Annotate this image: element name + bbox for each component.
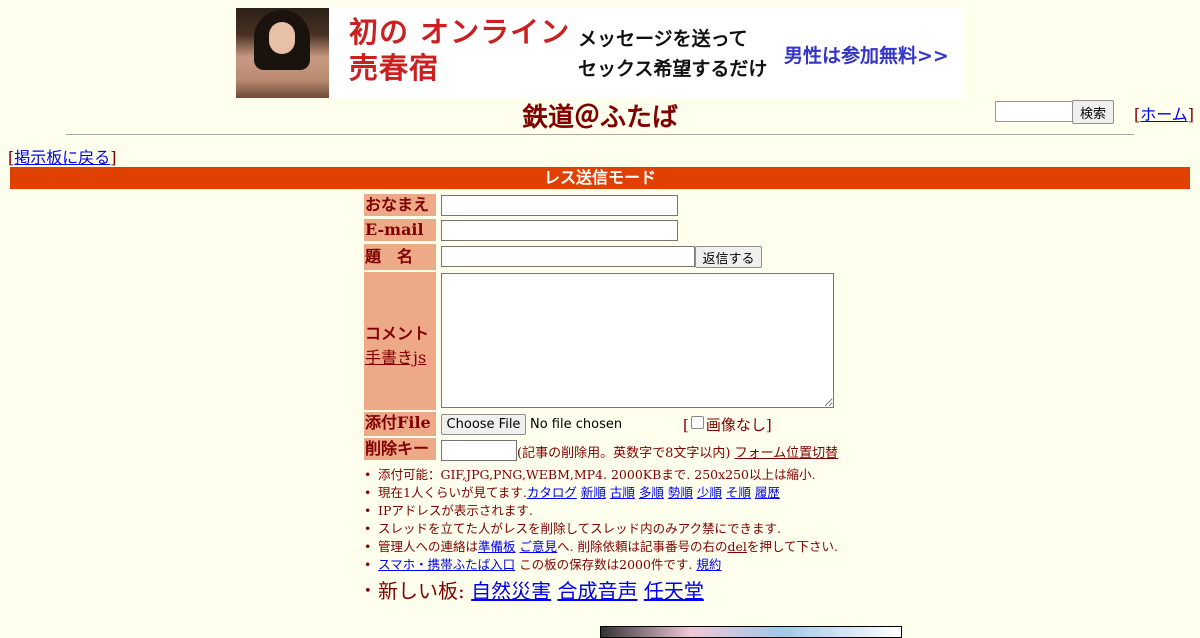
ad-photo [236,8,329,98]
ad-title-line1: 初の オンライン [349,15,571,49]
banner-ad[interactable]: 初の オンライン 売春宿 メッセージを送って セックス希望するだけ 男性は参加無… [236,8,963,98]
ad-photo-face [269,22,295,54]
ad-cta[interactable]: 男性は参加無料>> [784,41,949,68]
ad-title: 初の オンライン 売春宿 [349,14,570,86]
info-list: • 添付可能：GIF,JPG,PNG,WEBM,MP4. 2000KBまで. 25… [364,466,838,574]
email-label: E-mail [364,219,436,241]
list-item: • 管理人への連絡は準備板 ご意見へ. 削除依頼は記事番号の右のdelを押して下さ… [364,539,838,554]
subject-input[interactable] [441,246,695,267]
allowed-files-text: 添付可能：GIF,JPG,PNG,WEBM,MP4. 2000KBまで. 250… [378,467,816,482]
list-item: • スマホ・携帯ふたば入口 この板の保存数は2000件です. 規約 [364,557,722,572]
delete-note-text: (記事の削除用。英数字で8文字以内) [517,446,731,461]
catalog-link[interactable]: カタログ [527,485,577,500]
name-label: おなまえ [364,194,436,216]
comment-textarea[interactable] [441,273,834,408]
thread-owner-text: スレッドを立てた人がレスを削除してスレッド内のみアク禁にできます. [378,521,781,536]
choose-file-button[interactable]: Choose File [441,414,526,435]
name-input[interactable] [441,195,678,216]
file-label: 添付File [364,412,436,436]
del-link[interactable]: del [727,539,746,554]
email-input[interactable] [441,220,678,241]
search-button[interactable]: 検索 [1072,100,1114,124]
new-boards: • 新しい板: 自然災害 合成音声 任天堂 [364,579,704,603]
sort-momentum-link[interactable]: 勢順 [668,485,693,500]
contact-mid: へ. 削除依頼は記事番号の右の [557,539,728,554]
sort-few-link[interactable]: 少順 [697,485,722,500]
delete-key-input[interactable] [441,440,517,461]
comment-label: コメント [365,324,430,343]
no-image-option: [画像なし] [683,416,772,434]
list-item: • 現在1人くらいが見てます.カタログ 新順 古順 多順 勢順 少順 そ順 履歴 [364,485,780,500]
list-item: • 添付可能：GIF,JPG,PNG,WEBM,MP4. 2000KBまで. 25… [364,467,816,482]
feedback-link[interactable]: ご意見 [520,539,558,554]
home-link-wrapper: [ホーム] [1134,105,1195,124]
list-item: • IPアドレスが表示されます. [364,503,533,518]
ad-title-line2: 売春宿 [349,51,440,85]
reply-mode-bar: レス送信モード [10,167,1190,189]
bottom-banner-ad[interactable] [600,626,902,638]
new-board-link-voice[interactable]: 合成音声 [557,579,637,603]
search-input[interactable] [995,101,1074,122]
history-link[interactable]: 履歴 [755,485,780,500]
header-divider [66,134,1134,135]
new-board-link-nintendo[interactable]: 任天堂 [644,579,704,603]
new-board-link-disaster[interactable]: 自然災害 [471,579,551,603]
ad-message: メッセージを送って セックス希望するだけ [578,24,767,84]
sort-old-link[interactable]: 古順 [610,485,635,500]
ip-shown-text: IPアドレスが表示されます. [378,503,533,518]
list-item: • スレッドを立てた人がレスを削除してスレッド内のみアク禁にできます. [364,521,781,536]
rules-link[interactable]: 規約 [696,557,721,572]
new-boards-label: 新しい板: [378,579,465,603]
ad-message-line1: メッセージを送って [578,28,748,50]
viewers-text: 現在1人くらいが見てます. [378,485,527,500]
no-file-text: No file chosen [530,417,623,432]
ad-message-line2: セックス希望するだけ [578,58,768,80]
no-image-label: 画像なし [705,416,766,434]
form-toggle-link[interactable]: フォーム位置切替 [735,446,839,461]
delete-key-label: 削除キー [364,438,436,460]
delete-note: (記事の削除用。英数字で8文字以内) フォーム位置切替 [517,442,838,461]
back-to-board-link[interactable]: 掲示板に戻る [14,148,110,167]
sort-new-link[interactable]: 新順 [581,485,606,500]
comment-label-cell: コメント 手書きjs [364,272,436,410]
sort-many-link[interactable]: 多順 [639,485,664,500]
sort-so-link[interactable]: そ順 [726,485,751,500]
home-link[interactable]: ホーム [1140,105,1188,124]
mobile-link[interactable]: スマホ・携帯ふたば入口 [378,557,515,572]
prep-board-link[interactable]: 準備板 [478,539,516,554]
contact-prefix: 管理人への連絡は [378,539,479,554]
subject-label: 題 名 [364,244,436,270]
contact-suffix: を押して下さい. [746,539,838,554]
handwriting-link[interactable]: 手書きjs [365,348,426,367]
back-link-wrapper: [掲示板に戻る] [8,148,117,167]
no-image-checkbox[interactable] [690,416,704,429]
archive-text: この板の保存数は2000件です. [519,557,693,572]
reply-button[interactable]: 返信する [695,246,762,268]
